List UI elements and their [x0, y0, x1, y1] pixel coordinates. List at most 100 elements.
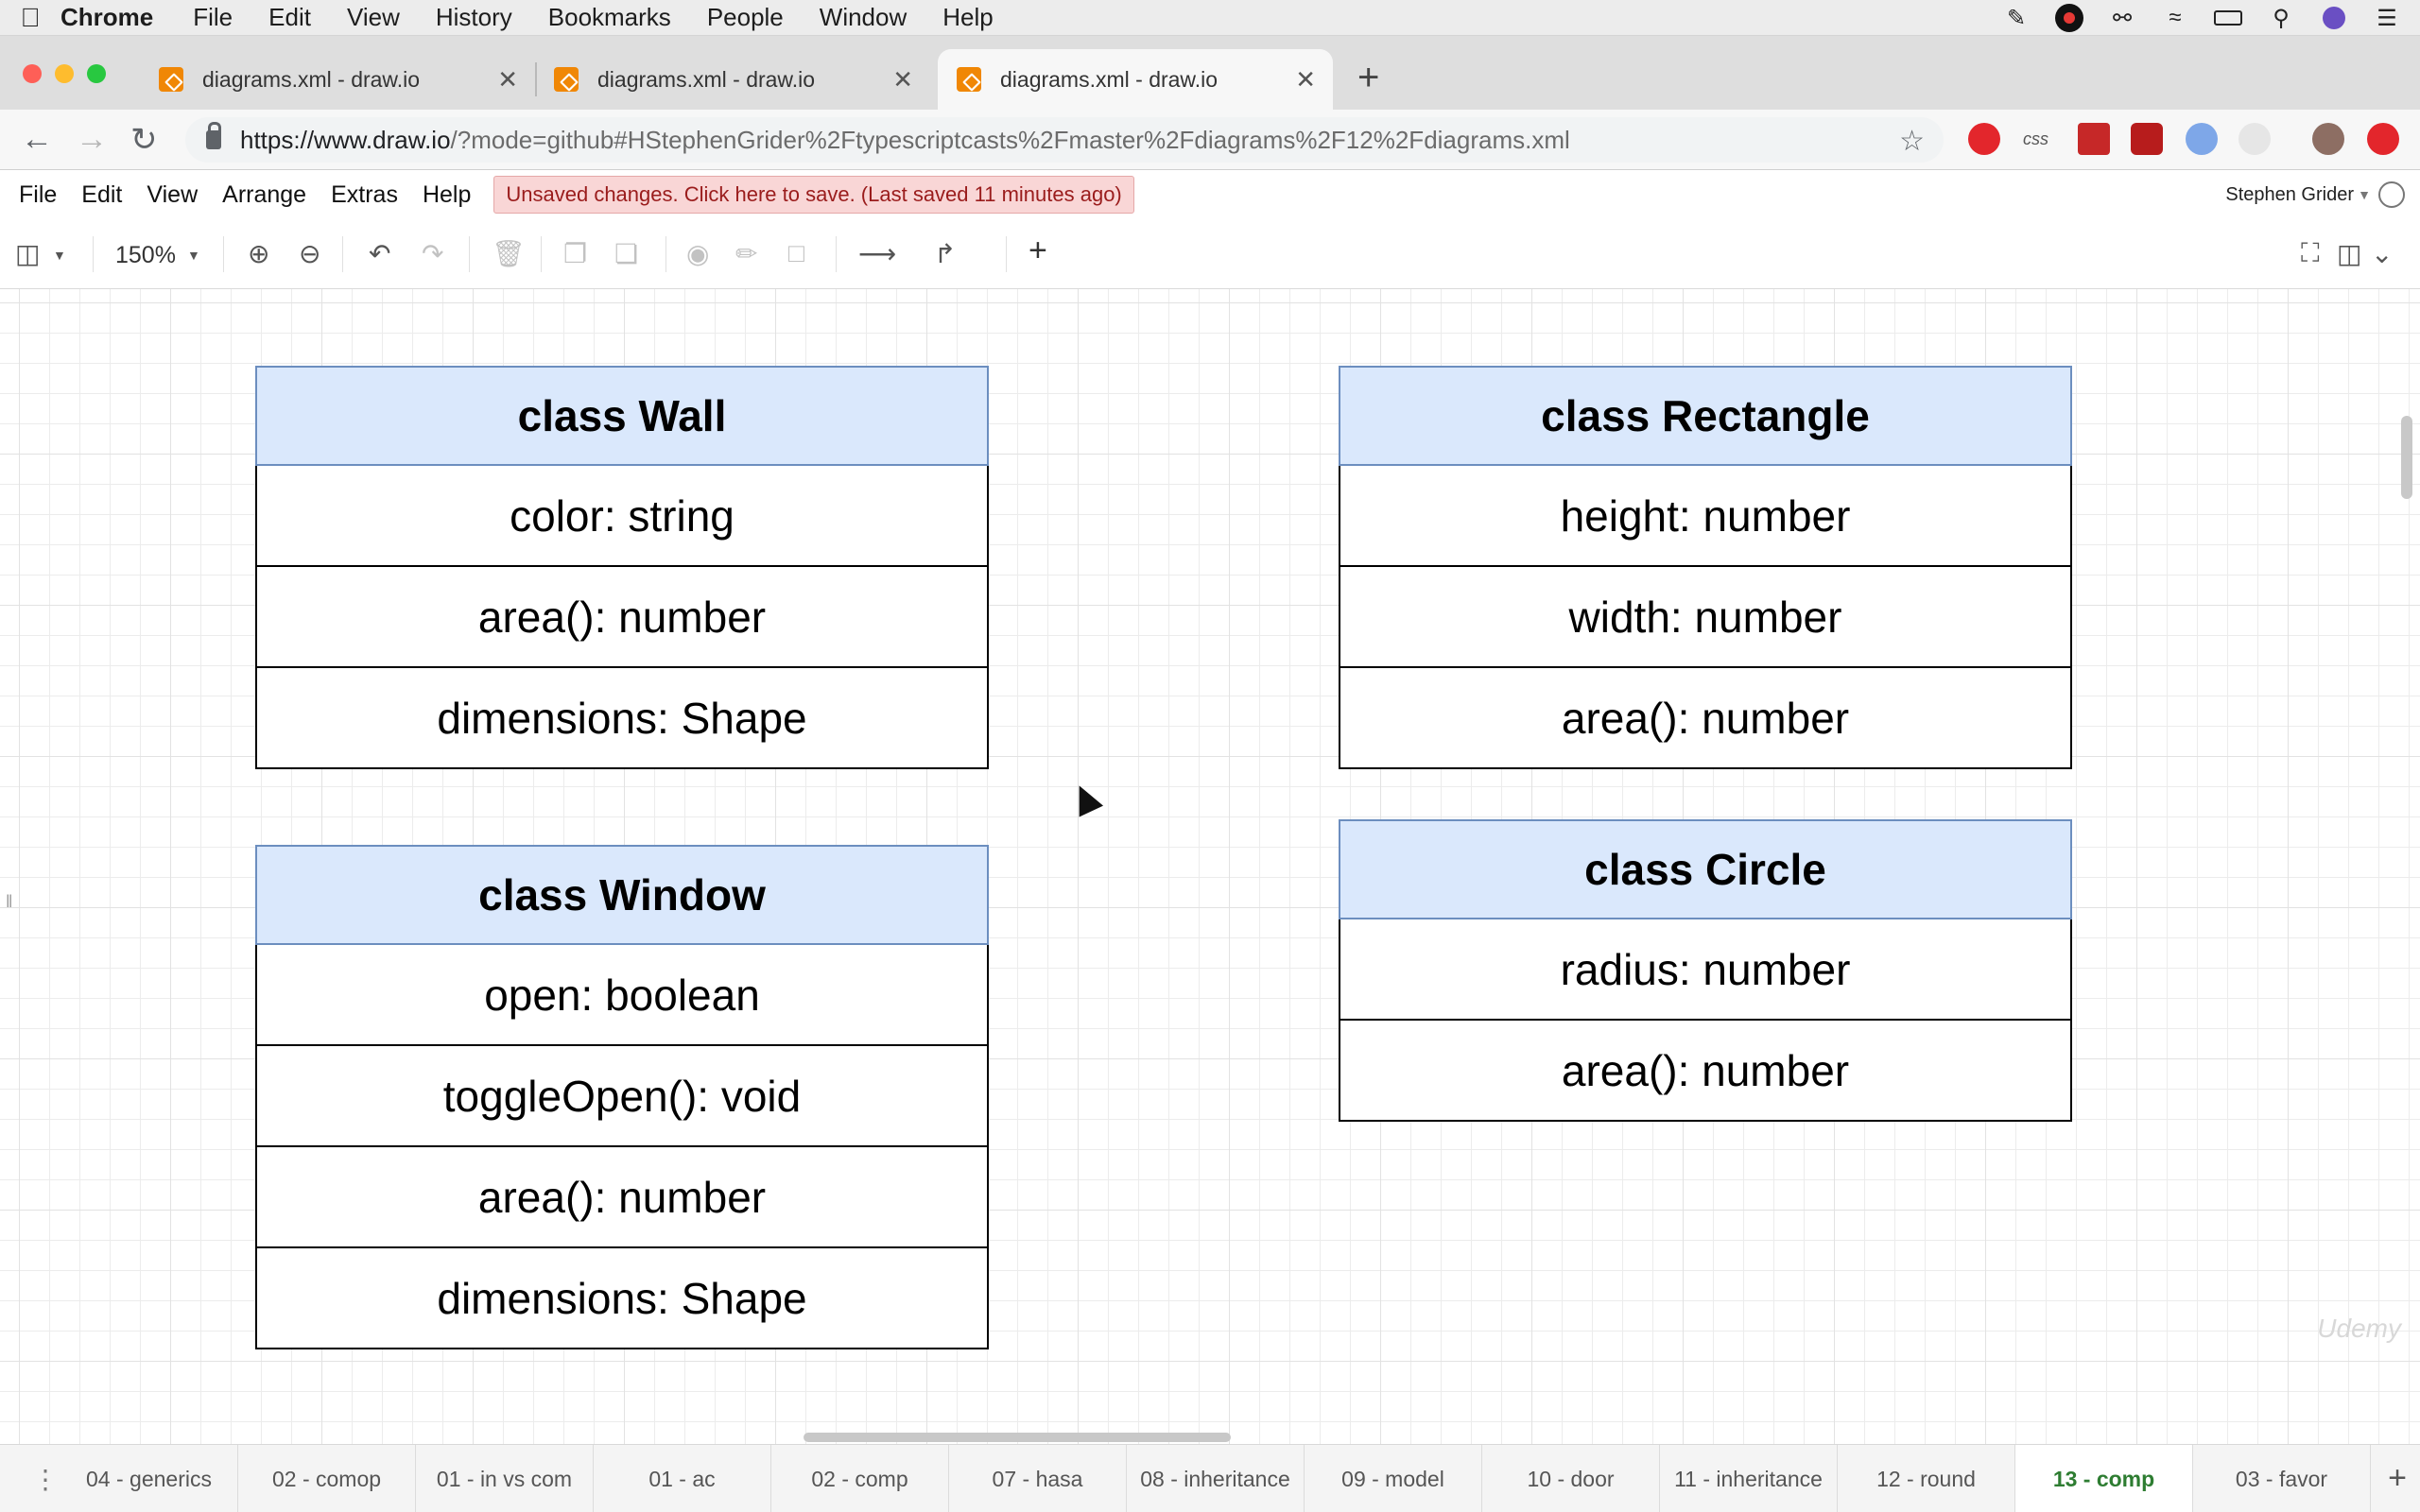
chevron-down-icon[interactable]: ▼: [53, 248, 66, 263]
bookmark-star-icon[interactable]: ☆: [1899, 125, 1925, 158]
class-member[interactable]: open: boolean: [255, 945, 989, 1046]
extension-update-icon[interactable]: [2367, 123, 2399, 155]
browser-tab[interactable]: diagrams.xml - draw.io ✕: [535, 49, 930, 110]
fill-color-icon[interactable]: ◉: [686, 238, 709, 269]
class-member[interactable]: radius: number: [1339, 919, 2072, 1021]
page-tab[interactable]: 08 - inheritance: [1127, 1445, 1305, 1512]
to-back-icon[interactable]: ❏: [614, 238, 638, 269]
minimize-window-button[interactable]: [55, 64, 74, 83]
page-tab[interactable]: 07 - hasa: [949, 1445, 1127, 1512]
format-sidebar-icon[interactable]: ◫: [2337, 238, 2361, 269]
close-tab-icon[interactable]: ✕: [892, 65, 913, 94]
class-title[interactable]: class Window: [255, 845, 989, 945]
collapse-chevron-icon[interactable]: ⌄: [2371, 238, 2393, 269]
zoom-in-icon[interactable]: ⊕: [248, 238, 269, 269]
drawio-menu-arrange[interactable]: Arrange: [222, 181, 306, 209]
browser-tab-active[interactable]: diagrams.xml - draw.io ✕: [938, 49, 1333, 110]
zoom-window-button[interactable]: [87, 64, 106, 83]
drawio-menu-edit[interactable]: Edit: [81, 181, 122, 209]
menu-window[interactable]: Window: [820, 3, 907, 32]
page-tab[interactable]: 03 - favor: [2193, 1445, 2371, 1512]
to-front-icon[interactable]: ❐: [563, 238, 587, 269]
undo-icon[interactable]: ↶: [369, 238, 390, 269]
creative-cloud-icon[interactable]: [2055, 4, 2083, 32]
close-tab-icon[interactable]: ✕: [497, 65, 518, 94]
notification-center-icon[interactable]: ☰: [2373, 4, 2401, 32]
class-title[interactable]: class Wall: [255, 366, 989, 466]
page-tab[interactable]: 04 - generics: [60, 1445, 238, 1512]
line-color-icon[interactable]: ✏: [735, 238, 757, 269]
page-tab-active[interactable]: 13 - comp: [2015, 1445, 2193, 1512]
extension-adblock-icon[interactable]: [1968, 123, 2000, 155]
uml-class-rectangle[interactable]: class Rectangle height: number width: nu…: [1339, 366, 2072, 769]
unsaved-changes-notice[interactable]: Unsaved changes. Click here to save. (La…: [493, 176, 1134, 214]
pages-menu-icon[interactable]: ⋮: [32, 1464, 59, 1495]
menu-people[interactable]: People: [707, 3, 784, 32]
menu-bookmarks[interactable]: Bookmarks: [548, 3, 671, 32]
drawio-menu-view[interactable]: View: [147, 181, 198, 209]
class-member[interactable]: dimensions: Shape: [255, 668, 989, 769]
uml-class-window[interactable]: class Window open: boolean toggleOpen():…: [255, 845, 989, 1349]
horizontal-scrollbar[interactable]: [804, 1433, 1231, 1442]
user-name[interactable]: Stephen Grider: [2225, 184, 2354, 206]
profile-avatar[interactable]: [2312, 123, 2344, 155]
class-member[interactable]: area(): number: [255, 567, 989, 668]
class-member[interactable]: area(): number: [255, 1147, 989, 1248]
apple-icon[interactable]: : [0, 3, 60, 33]
extension-blue-icon[interactable]: [2186, 123, 2218, 155]
page-tab[interactable]: 02 - comop: [238, 1445, 416, 1512]
class-member[interactable]: toggleOpen(): void: [255, 1046, 989, 1147]
menu-history[interactable]: History: [436, 3, 512, 32]
close-window-button[interactable]: [23, 64, 42, 83]
page-tab[interactable]: 10 - door: [1482, 1445, 1660, 1512]
zoom-level[interactable]: 150%: [115, 242, 176, 269]
connection-arrow-icon[interactable]: ⟶: [858, 238, 896, 269]
chevron-down-icon[interactable]: ▼: [187, 248, 200, 263]
extension-grey-icon[interactable]: [2238, 123, 2271, 155]
class-member[interactable]: height: number: [1339, 466, 2072, 567]
drawio-menu-extras[interactable]: Extras: [331, 181, 398, 209]
spotlight-search-icon[interactable]: ⚲: [2267, 4, 2295, 32]
address-bar[interactable]: https://www.draw.io/?mode=github#HStephe…: [185, 117, 1944, 163]
extension-red-icon[interactable]: [2078, 123, 2110, 155]
format-panel-icon[interactable]: ◫: [15, 238, 40, 269]
class-member[interactable]: area(): number: [1339, 668, 2072, 769]
language-globe-icon[interactable]: [2378, 181, 2405, 208]
waypoints-icon[interactable]: ↱: [934, 238, 956, 269]
reload-icon[interactable]: ↻: [130, 121, 158, 159]
page-tab[interactable]: 11 - inheritance: [1660, 1445, 1838, 1512]
class-title[interactable]: class Rectangle: [1339, 366, 2072, 466]
drawio-menu-file[interactable]: File: [19, 181, 57, 209]
close-tab-icon[interactable]: ✕: [1295, 65, 1316, 94]
uml-class-circle[interactable]: class Circle radius: number area(): numb…: [1339, 819, 2072, 1122]
delete-icon[interactable]: 🗑: [492, 238, 526, 269]
zoom-out-icon[interactable]: ⊖: [299, 238, 320, 269]
menu-app-chrome[interactable]: Chrome: [60, 3, 153, 32]
menu-help[interactable]: Help: [942, 3, 993, 32]
sidebar-resize-handle[interactable]: ‖: [6, 892, 12, 912]
insert-plus-icon[interactable]: +: [1028, 232, 1047, 269]
forward-arrow-icon[interactable]: →: [76, 121, 108, 158]
extension-css-icon[interactable]: css: [2023, 123, 2061, 155]
page-tab[interactable]: 01 - in vs com: [416, 1445, 594, 1512]
diagram-canvas[interactable]: class Wall color: string area(): number …: [0, 289, 2420, 1444]
page-tab[interactable]: 01 - ac: [594, 1445, 771, 1512]
shadow-icon[interactable]: □: [788, 238, 804, 268]
redo-icon[interactable]: ↷: [422, 238, 443, 269]
back-arrow-icon[interactable]: ←: [21, 121, 53, 158]
uml-class-wall[interactable]: class Wall color: string area(): number …: [255, 366, 989, 769]
glasses-icon[interactable]: ⚯: [2108, 4, 2136, 32]
page-tab[interactable]: 12 - round: [1838, 1445, 2015, 1512]
new-tab-plus-icon[interactable]: +: [1357, 57, 1379, 99]
class-title[interactable]: class Circle: [1339, 819, 2072, 919]
notes-icon[interactable]: ✎: [2002, 4, 2031, 32]
battery-icon[interactable]: [2214, 4, 2242, 32]
class-member[interactable]: area(): number: [1339, 1021, 2072, 1122]
page-tab[interactable]: 02 - comp: [771, 1445, 949, 1512]
drawio-menu-help[interactable]: Help: [423, 181, 471, 209]
menu-view[interactable]: View: [347, 3, 400, 32]
page-tab[interactable]: 09 - model: [1305, 1445, 1482, 1512]
class-member[interactable]: color: string: [255, 466, 989, 567]
class-member[interactable]: dimensions: Shape: [255, 1248, 989, 1349]
vertical-scrollbar[interactable]: [2401, 416, 2412, 499]
